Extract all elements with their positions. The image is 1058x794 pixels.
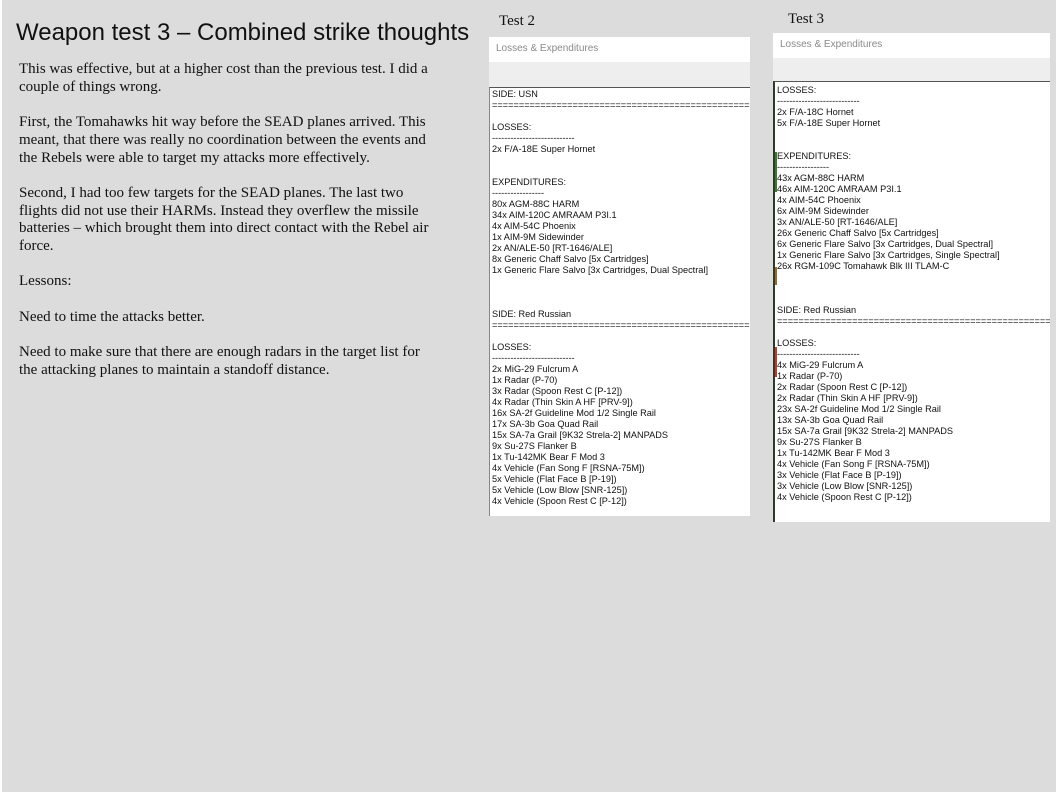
body-paragraph: First, the Tomahawks hit way before the … (19, 114, 426, 166)
log-line: 4x MiG-29 Fulcrum A (777, 360, 864, 370)
log-line: ========================================… (492, 100, 750, 110)
slide-title: Weapon test 3 – Combined strike thoughts (16, 19, 470, 46)
body-paragraph: Lessons: (19, 273, 72, 290)
log-line: 1x Radar (P-70) (492, 375, 558, 385)
log-line: 43x AGM-88C HARM (777, 173, 865, 183)
log-line: 3x Vehicle (Flat Face B [P-19]) (777, 470, 902, 480)
log-line: 1x AIM-9M Sidewinder (492, 232, 584, 242)
log-line: 5x Vehicle (Low Blow [SNR-125]) (492, 485, 628, 495)
slide: Weapon test 3 – Combined strike thoughts… (2, 0, 1056, 792)
test2-log-window: Losses & Expenditures SIDE: USN =========… (489, 37, 750, 516)
log-line: EXPENDITURES: (777, 151, 852, 161)
log-line: SIDE: USN (492, 89, 538, 99)
log-line: 26x RGM-109C Tomahawk Blk III TLAM-C (777, 261, 950, 271)
log-line: 13x SA-3b Goa Quad Rail (777, 415, 884, 425)
body-paragraph: This was effective, but at a higher cost… (19, 61, 428, 95)
log-line: 8x Generic Chaff Salvo [5x Cartridges] (492, 254, 649, 264)
log-line: ========================================… (777, 316, 1050, 326)
log-line: 23x SA-2f Guideline Mod 1/2 Single Rail (777, 404, 941, 414)
body-paragraph: Need to make sure that there are enough … (19, 344, 420, 378)
log-line: 46x AIM-120C AMRAAM P3I.1 (777, 184, 902, 194)
log-line: 5x Vehicle (Flat Face B [P-19]) (492, 474, 617, 484)
window-toolbar (773, 58, 1050, 81)
log-line: LOSSES: (777, 85, 817, 95)
log-line: 4x Vehicle (Spoon Rest C [P-12]) (492, 496, 627, 506)
log-line: 26x Generic Chaff Salvo [5x Cartridges] (777, 228, 939, 238)
log-line: 5x F/A-18E Super Hornet (777, 118, 881, 128)
log-text: LOSSES: --------------------------- 2x F/A… (777, 85, 1050, 503)
log-line: 4x AIM-54C Phoenix (492, 221, 576, 231)
log-line: 6x AIM-9M Sidewinder (777, 206, 869, 216)
log-line: 1x Generic Flare Salvo [3x Cartridges, D… (492, 265, 708, 275)
log-line: 17x SA-3b Goa Quad Rail (492, 419, 599, 429)
log-line: ----------------- (492, 188, 545, 198)
log-line: --------------------------- (777, 349, 860, 359)
log-line: LOSSES: (492, 122, 532, 132)
log-line: 1x Tu-142MK Bear F Mod 3 (492, 452, 605, 462)
log-line: 34x AIM-120C AMRAAM P3I.1 (492, 210, 617, 220)
log-pane[interactable]: LOSSES: --------------------------- 2x F/A… (773, 81, 1050, 522)
log-line: 1x Generic Flare Salvo [3x Cartridges, S… (777, 250, 1000, 260)
log-line: --------------------------- (777, 96, 860, 106)
log-line: 2x Radar (Thin Skin A HF [PRV-9]) (777, 393, 918, 403)
log-line: 16x SA-2f Guideline Mod 1/2 Single Rail (492, 408, 656, 418)
log-line: SIDE: Red Russian (777, 305, 857, 315)
log-line: 2x AN/ALE-50 [RT-1646/ALE] (492, 243, 613, 253)
window-header: Losses & Expenditures (489, 37, 750, 62)
window-title: Losses & Expenditures (496, 43, 599, 54)
log-line: LOSSES: (492, 342, 532, 352)
log-line: 15x SA-7a Grail [9K32 Strela-2] MANPADS (777, 426, 953, 436)
log-line: 1x Radar (P-70) (777, 371, 843, 381)
log-line: EXPENDITURES: (492, 177, 567, 187)
log-line: 4x Vehicle (Spoon Rest C [P-12]) (777, 492, 912, 502)
log-line: 1x Tu-142MK Bear F Mod 3 (777, 448, 890, 458)
body-paragraph: Second, I had too few targets for the SE… (19, 184, 429, 254)
log-line: 4x Radar (Thin Skin A HF [PRV-9]) (492, 397, 633, 407)
slide-body: This was effective, but at a higher cost… (19, 61, 439, 397)
log-line: 2x MiG-29 Fulcrum A (492, 364, 579, 374)
log-line: --------------------------- (492, 133, 575, 143)
log-line: 3x Radar (Spoon Rest C [P-12]) (492, 386, 623, 396)
test2-caption: Test 2 (499, 13, 536, 29)
log-line: 3x AN/ALE-50 [RT-1646/ALE] (777, 217, 898, 227)
log-line: SIDE: Red Russian (492, 309, 572, 319)
log-line: 9x Su-27S Flanker B (777, 437, 862, 447)
window-toolbar (489, 62, 750, 87)
log-text: SIDE: USN ===============================… (492, 89, 750, 507)
log-line: 3x Vehicle (Low Blow [SNR-125]) (777, 481, 913, 491)
window-header: Losses & Expenditures (773, 33, 1050, 58)
log-line: 9x Su-27S Flanker B (492, 441, 577, 451)
test3-caption: Test 3 (788, 11, 825, 27)
log-line: 80x AGM-88C HARM (492, 199, 580, 209)
log-line: 2x F/A-18E Super Hornet (492, 144, 596, 154)
log-line: LOSSES: (777, 338, 817, 348)
window-title: Losses & Expenditures (780, 39, 883, 50)
log-line: 15x SA-7a Grail [9K32 Strela-2] MANPADS (492, 430, 668, 440)
log-line: 4x Vehicle (Fan Song F [RSNA-75M]) (777, 459, 930, 469)
log-pane[interactable]: SIDE: USN ===============================… (489, 87, 750, 516)
test3-log-window: Losses & Expenditures LOSSES: -----------… (773, 33, 1050, 522)
log-line: ========================================… (492, 320, 750, 330)
log-line: --------------------------- (492, 353, 575, 363)
log-line: ----------------- (777, 162, 830, 172)
log-line: 4x Vehicle (Fan Song F [RSNA-75M]) (492, 463, 645, 473)
log-line: 6x Generic Flare Salvo [3x Cartridges, D… (777, 239, 993, 249)
log-line: 4x AIM-54C Phoenix (777, 195, 861, 205)
log-line: 2x Radar (Spoon Rest C [P-12]) (777, 382, 908, 392)
log-line: 2x F/A-18C Hornet (777, 107, 854, 117)
body-paragraph: Need to time the attacks better. (19, 308, 205, 325)
